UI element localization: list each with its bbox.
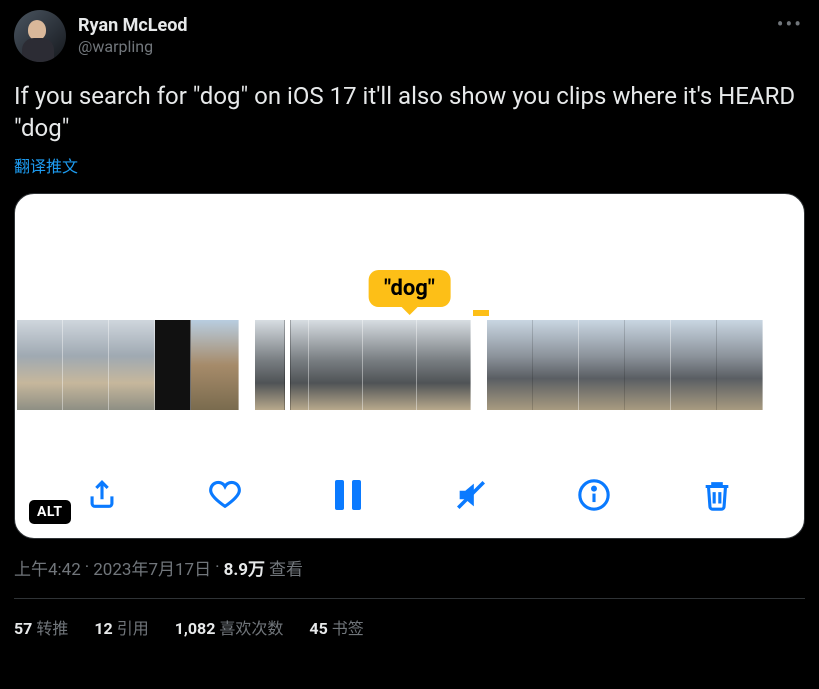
heart-icon[interactable] <box>206 476 244 514</box>
share-icon[interactable] <box>83 476 121 514</box>
author-names: Ryan McLeod @warpling <box>78 15 188 58</box>
more-options-button[interactable]: ••• <box>777 12 803 36</box>
stat-label: 引用 <box>117 619 149 638</box>
stat-count: 57 <box>14 619 32 638</box>
pause-icon[interactable] <box>329 476 367 514</box>
clip-group[interactable] <box>255 320 471 410</box>
clip-frame <box>533 320 579 410</box>
divider <box>14 598 805 599</box>
mute-icon[interactable] <box>452 476 490 514</box>
clip-frame <box>155 320 191 410</box>
tweet-time[interactable]: 上午4:42 <box>14 555 81 580</box>
stat-label: 书签 <box>332 619 364 638</box>
clip-frame <box>63 320 109 410</box>
meta-separator: · <box>85 557 89 577</box>
caption-bubble: "dog" <box>368 270 451 307</box>
clip-frame <box>255 320 309 410</box>
clip-frame <box>191 320 239 410</box>
clip-group[interactable] <box>17 320 239 410</box>
clip-frame <box>417 320 471 410</box>
playhead[interactable] <box>285 320 290 410</box>
clip-frame <box>487 320 533 410</box>
likes-stat[interactable]: 1,082喜欢次数 <box>175 615 284 639</box>
clip-frame <box>309 320 363 410</box>
clip-frame <box>671 320 717 410</box>
avatar[interactable] <box>14 10 66 62</box>
video-clip-strip <box>15 320 804 410</box>
stat-count: 45 <box>309 619 327 638</box>
alt-badge[interactable]: ALT <box>29 500 71 524</box>
clip-frame <box>717 320 763 410</box>
author-display-name[interactable]: Ryan McLeod <box>78 15 188 38</box>
views-count: 8.9万 <box>224 555 265 580</box>
tweet-stats: 57转推 12 引用 1,082喜欢次数 45 书签 <box>14 615 805 639</box>
bookmarks-stat[interactable]: 45 书签 <box>309 615 363 639</box>
views-label: 查看 <box>269 555 303 580</box>
author-handle[interactable]: @warpling <box>78 37 188 57</box>
stat-label: 喜欢次数 <box>219 619 283 638</box>
clip-frame <box>109 320 155 410</box>
tweet: ••• Ryan McLeod @warpling If you search … <box>14 10 805 639</box>
retweets-stat[interactable]: 57转推 <box>14 615 68 639</box>
clip-frame <box>363 320 417 410</box>
tweet-header: Ryan McLeod @warpling <box>14 10 805 62</box>
meta-separator: · <box>215 557 219 577</box>
clip-frame <box>17 320 63 410</box>
tweet-text: If you search for "dog" on iOS 17 it'll … <box>14 80 805 145</box>
trash-icon[interactable] <box>698 476 736 514</box>
stat-count: 1,082 <box>175 619 216 638</box>
clip-group[interactable] <box>487 320 763 410</box>
tweet-meta: 上午4:42 · 2023年7月17日 · 8.9万 查看 <box>14 555 805 580</box>
clip-frame <box>625 320 671 410</box>
stat-count: 12 <box>94 619 112 638</box>
tweet-date[interactable]: 2023年7月17日 <box>93 555 211 580</box>
stat-label: 转推 <box>36 619 68 638</box>
clip-frame <box>579 320 625 410</box>
translate-link[interactable]: 翻译推文 <box>14 153 805 177</box>
caption-marker <box>473 310 489 316</box>
info-icon[interactable] <box>575 476 613 514</box>
media-card[interactable]: "dog" <box>14 193 805 539</box>
media-toolbar <box>15 476 804 514</box>
quotes-stat[interactable]: 12 引用 <box>94 615 148 639</box>
